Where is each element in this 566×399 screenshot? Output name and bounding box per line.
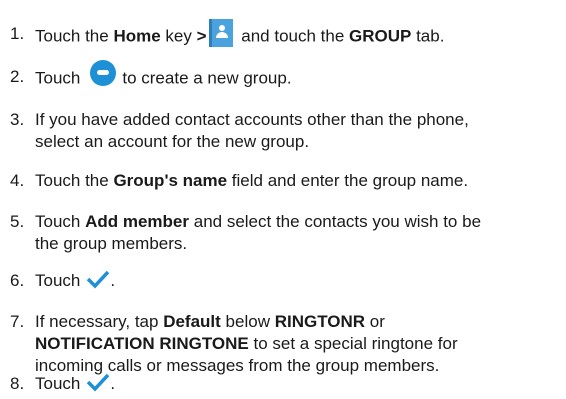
step-text: Touch. <box>35 270 560 292</box>
step-text: If you have added contact accounts other… <box>35 110 469 151</box>
step-text: Touch. <box>35 373 560 395</box>
step-number: 3. <box>10 110 25 129</box>
step-number: 5. <box>10 212 25 231</box>
step-number: 4. <box>10 171 25 190</box>
step-number: 8. <box>10 374 25 393</box>
step-number: 2. <box>10 67 25 86</box>
checkmark-icon <box>87 373 110 392</box>
step-text: Touch the Group's name field and enter t… <box>35 171 469 190</box>
checkmark-icon <box>87 270 110 289</box>
step-text: Touch the Home key > and touch the GROUP… <box>35 19 560 51</box>
add-group-icon <box>90 60 117 86</box>
step-text: Touch to create a new group. <box>35 60 560 92</box>
step-number: 6. <box>10 271 25 290</box>
step-text: Touch Add member and select the contacts… <box>35 212 482 253</box>
contacts-app-icon <box>208 19 233 47</box>
step-text: If necessary, tap Default below RINGTONR… <box>35 312 458 375</box>
step-number: 1. <box>10 24 25 43</box>
step-number: 7. <box>10 312 25 331</box>
